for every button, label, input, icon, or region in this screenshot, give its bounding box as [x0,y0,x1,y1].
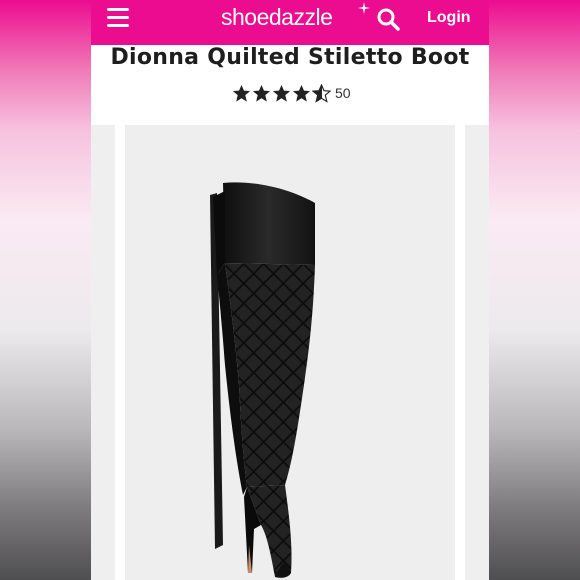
product-image[interactable] [125,125,455,580]
star-icon [292,84,311,102]
half-star-icon [312,83,331,103]
product-image-carousel[interactable] [91,125,489,580]
boot-image [210,182,315,578]
product-rating[interactable]: 50 [232,83,351,103]
top-navigation-bar: shoedazzle Login [91,0,489,45]
login-link[interactable]: Login [427,9,471,27]
star-icon [252,84,271,102]
sparkle-icon [358,2,370,14]
search-icon[interactable] [376,7,400,31]
phone-screen: shoedazzle Login Dionna Quilted Stiletto… [91,0,489,580]
previous-image-peek[interactable] [91,125,115,580]
star-icon [272,84,291,102]
next-image-peek[interactable] [465,125,489,580]
product-title: Dionna Quilted Stiletto Boot [110,45,470,70]
review-count[interactable]: 50 [335,85,351,101]
brand-logo[interactable]: shoedazzle [221,4,333,31]
menu-icon[interactable] [107,8,129,28]
star-icon [232,84,251,102]
